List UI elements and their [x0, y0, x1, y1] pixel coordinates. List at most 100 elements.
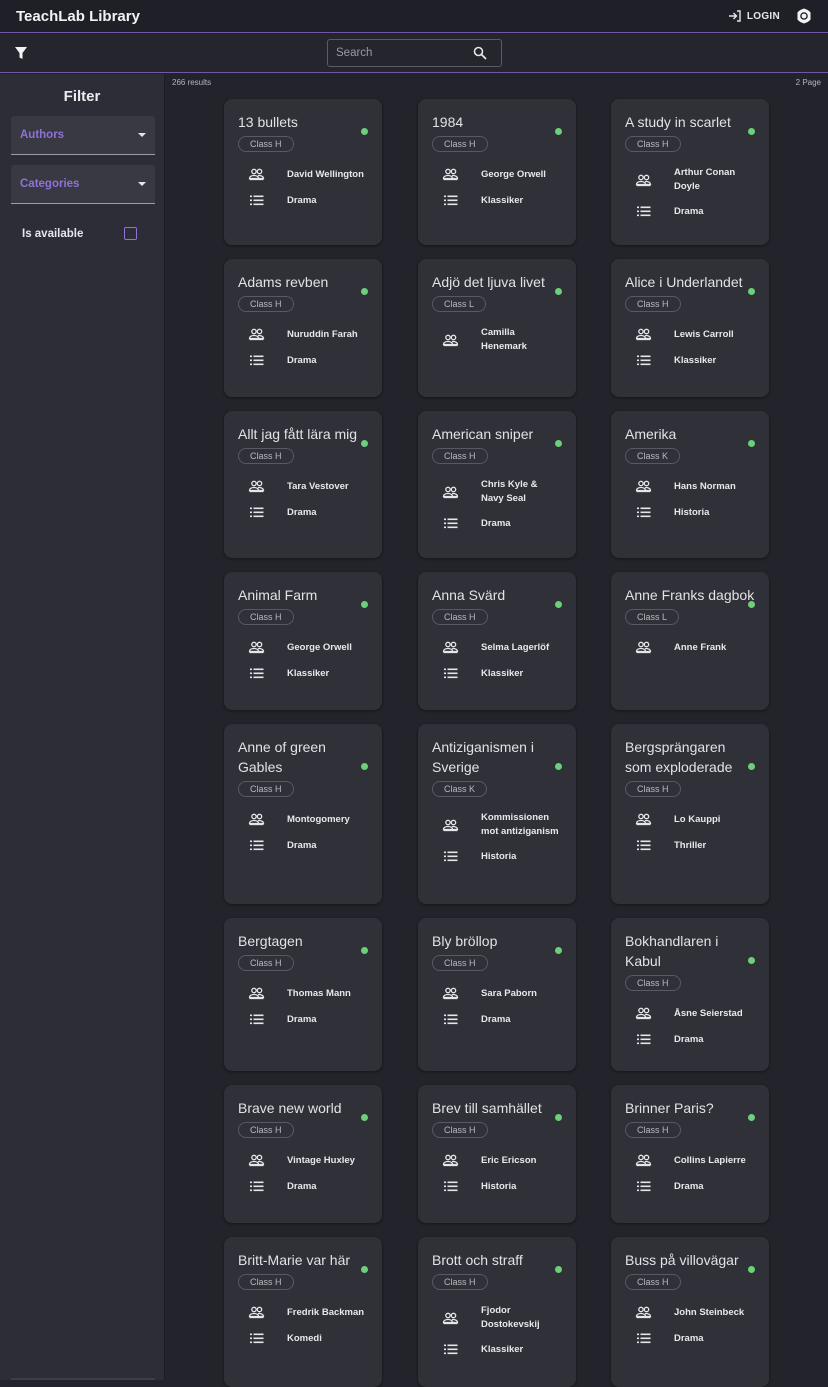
authors-select[interactable]: Authors [11, 116, 155, 155]
availability-dot [555, 288, 562, 295]
search-icon[interactable] [473, 46, 487, 60]
book-title-block: Brev till samhället Class H [432, 1098, 554, 1138]
authors-icon [635, 478, 652, 495]
authors-icon [442, 985, 459, 1002]
author-row-text: Åsne Seierstad [674, 1007, 743, 1019]
book-card[interactable]: Alice i Underlandet Class H Lewis Carroll K… [611, 259, 769, 397]
class-chip: Class H [432, 1274, 488, 1290]
book-card[interactable]: Brinner Paris? Class H Collins Lapierre Dra… [611, 1085, 769, 1223]
category-list-icon [442, 665, 459, 682]
category-row: Klassiker [635, 352, 759, 369]
book-title: Anna Svärd [432, 587, 506, 603]
book-card[interactable]: Anna Svärd Class H Selma Lagerlöf Klassiker [418, 572, 576, 710]
book-card[interactable]: Brott och straff Class H Fjodor Dostokevsk… [418, 1237, 576, 1387]
authors-icon [442, 332, 459, 349]
book-info: Vintage Huxley Drama [248, 1152, 372, 1204]
book-card[interactable]: Antiziganismen i Sverige Class K Kommissio… [418, 724, 576, 904]
class-chip: Class L [625, 609, 680, 625]
toolbar [0, 34, 828, 73]
category-list-icon [442, 515, 459, 532]
authors-icon [248, 811, 265, 828]
author-row: Kommissionen mot antiziganism [442, 811, 566, 839]
book-card[interactable]: Bergsprängaren som exploderade Class H Lo … [611, 724, 769, 904]
book-title-block: Adjö det ljuva livet Class L [432, 272, 554, 312]
category-row: Drama [248, 352, 372, 369]
availability-dot [555, 128, 562, 135]
category-list-icon [635, 352, 652, 369]
author-row: Eric Ericson [442, 1152, 566, 1169]
book-title-block: Brott och straff Class H [432, 1250, 554, 1290]
book-info: George Orwell Klassiker [248, 639, 372, 691]
author-row-text: John Steinbeck [674, 1306, 745, 1318]
book-title-block: Antiziganismen i Sverige Class K [432, 737, 554, 797]
author-row-text: Anne Frank [674, 641, 727, 653]
class-chip: Class H [625, 781, 681, 797]
filter-heading: Filter [63, 88, 101, 105]
authors-icon [442, 639, 459, 656]
author-row: Sara Paborn [442, 985, 566, 1002]
book-card[interactable]: Allt jag fått lära mig Class H Tara Vestov… [224, 411, 382, 558]
available-checkbox[interactable] [124, 227, 137, 240]
book-title: American sniper [432, 426, 534, 442]
author-row-text: Arthur Conan Doyle [674, 167, 736, 192]
class-chip: Class K [625, 448, 681, 464]
categories-select[interactable]: Categories [11, 165, 155, 204]
class-chip: Class H [238, 136, 294, 152]
book-info: Anne Frank [635, 639, 759, 665]
book-info: Montogomery Drama [248, 811, 372, 863]
book-card[interactable]: Britt-Marie var här Class H Fredrik Backma… [224, 1237, 382, 1387]
book-card[interactable]: Adams revben Class H Nuruddin Farah Drama [224, 259, 382, 397]
book-title: Bergtagen [238, 933, 303, 949]
class-chip: Class H [432, 609, 488, 625]
book-card[interactable]: 1984 Class H George Orwell Klassiker [418, 99, 576, 245]
book-card[interactable]: American sniper Class H Chris Kyle & Navy … [418, 411, 576, 558]
book-card[interactable]: Bly bröllop Class H Sara Paborn Drama [418, 918, 576, 1071]
category-row-text: Historia [674, 506, 710, 518]
category-list-icon [442, 1341, 459, 1358]
availability-dot [555, 440, 562, 447]
category-row-text: Drama [674, 1332, 704, 1344]
book-info: Fjodor Dostokevskij Klassiker [442, 1304, 566, 1367]
filter-toggle-icon[interactable] [13, 45, 29, 61]
book-card[interactable]: 13 bullets Class H David Wellington Drama [224, 99, 382, 245]
theme-toggle-icon[interactable] [796, 8, 812, 24]
category-row-text: Drama [674, 1180, 704, 1192]
search-box [327, 39, 502, 67]
availability-dot [361, 288, 368, 295]
category-row: Drama [442, 515, 566, 532]
authors-icon [635, 172, 652, 189]
author-row-text: Kommissionen mot antiziganism [481, 812, 559, 837]
book-title-block: Britt-Marie var här Class H [238, 1250, 360, 1290]
book-card[interactable]: Anne Franks dagbok Class L Anne Frank [611, 572, 769, 710]
book-title: Brave new world [238, 1100, 342, 1116]
availability-dot [748, 128, 755, 135]
category-row-text: Drama [287, 1180, 317, 1192]
book-card[interactable]: Adjö det ljuva livet Class L Camilla Henem… [418, 259, 576, 397]
book-title: Adams revben [238, 274, 329, 290]
category-row-text: Drama [481, 517, 511, 529]
book-card[interactable]: Anne of green Gables Class H Montogomery Dr… [224, 724, 382, 904]
class-chip: Class H [625, 1274, 681, 1290]
book-card[interactable]: Bergtagen Class H Thomas Mann Drama [224, 918, 382, 1071]
book-info: George Orwell Klassiker [442, 166, 566, 218]
category-row: Drama [248, 192, 372, 209]
book-card[interactable]: Amerika Class K Hans Norman Historia [611, 411, 769, 558]
availability-dot [361, 947, 368, 954]
book-title-block: Anne of green Gables Class H [238, 737, 360, 797]
category-list-icon [635, 504, 652, 521]
availability-dot [748, 288, 755, 295]
category-row: Klassiker [248, 665, 372, 682]
login-button[interactable]: LOGIN [728, 10, 780, 22]
book-card[interactable]: Brave new world Class H Vintage Huxley Dram… [224, 1085, 382, 1223]
search-input[interactable] [336, 47, 473, 59]
book-card[interactable]: Bokhandlaren i Kabul Class H Åsne Seiersta… [611, 918, 769, 1071]
book-card[interactable]: Brev till samhället Class H Eric Ericson Hi… [418, 1085, 576, 1223]
availability-dot [361, 601, 368, 608]
author-row: Camilla Henemark [442, 326, 566, 354]
book-title-block: Brave new world Class H [238, 1098, 360, 1138]
class-chip: Class H [238, 448, 294, 464]
book-title: Buss på villovägar [625, 1252, 739, 1268]
book-card[interactable]: Buss på villovägar Class H John Steinbeck D… [611, 1237, 769, 1387]
book-card[interactable]: A study in scarlet Class H Arthur Conan Do… [611, 99, 769, 245]
book-card[interactable]: Animal Farm Class H George Orwell Klassiker [224, 572, 382, 710]
